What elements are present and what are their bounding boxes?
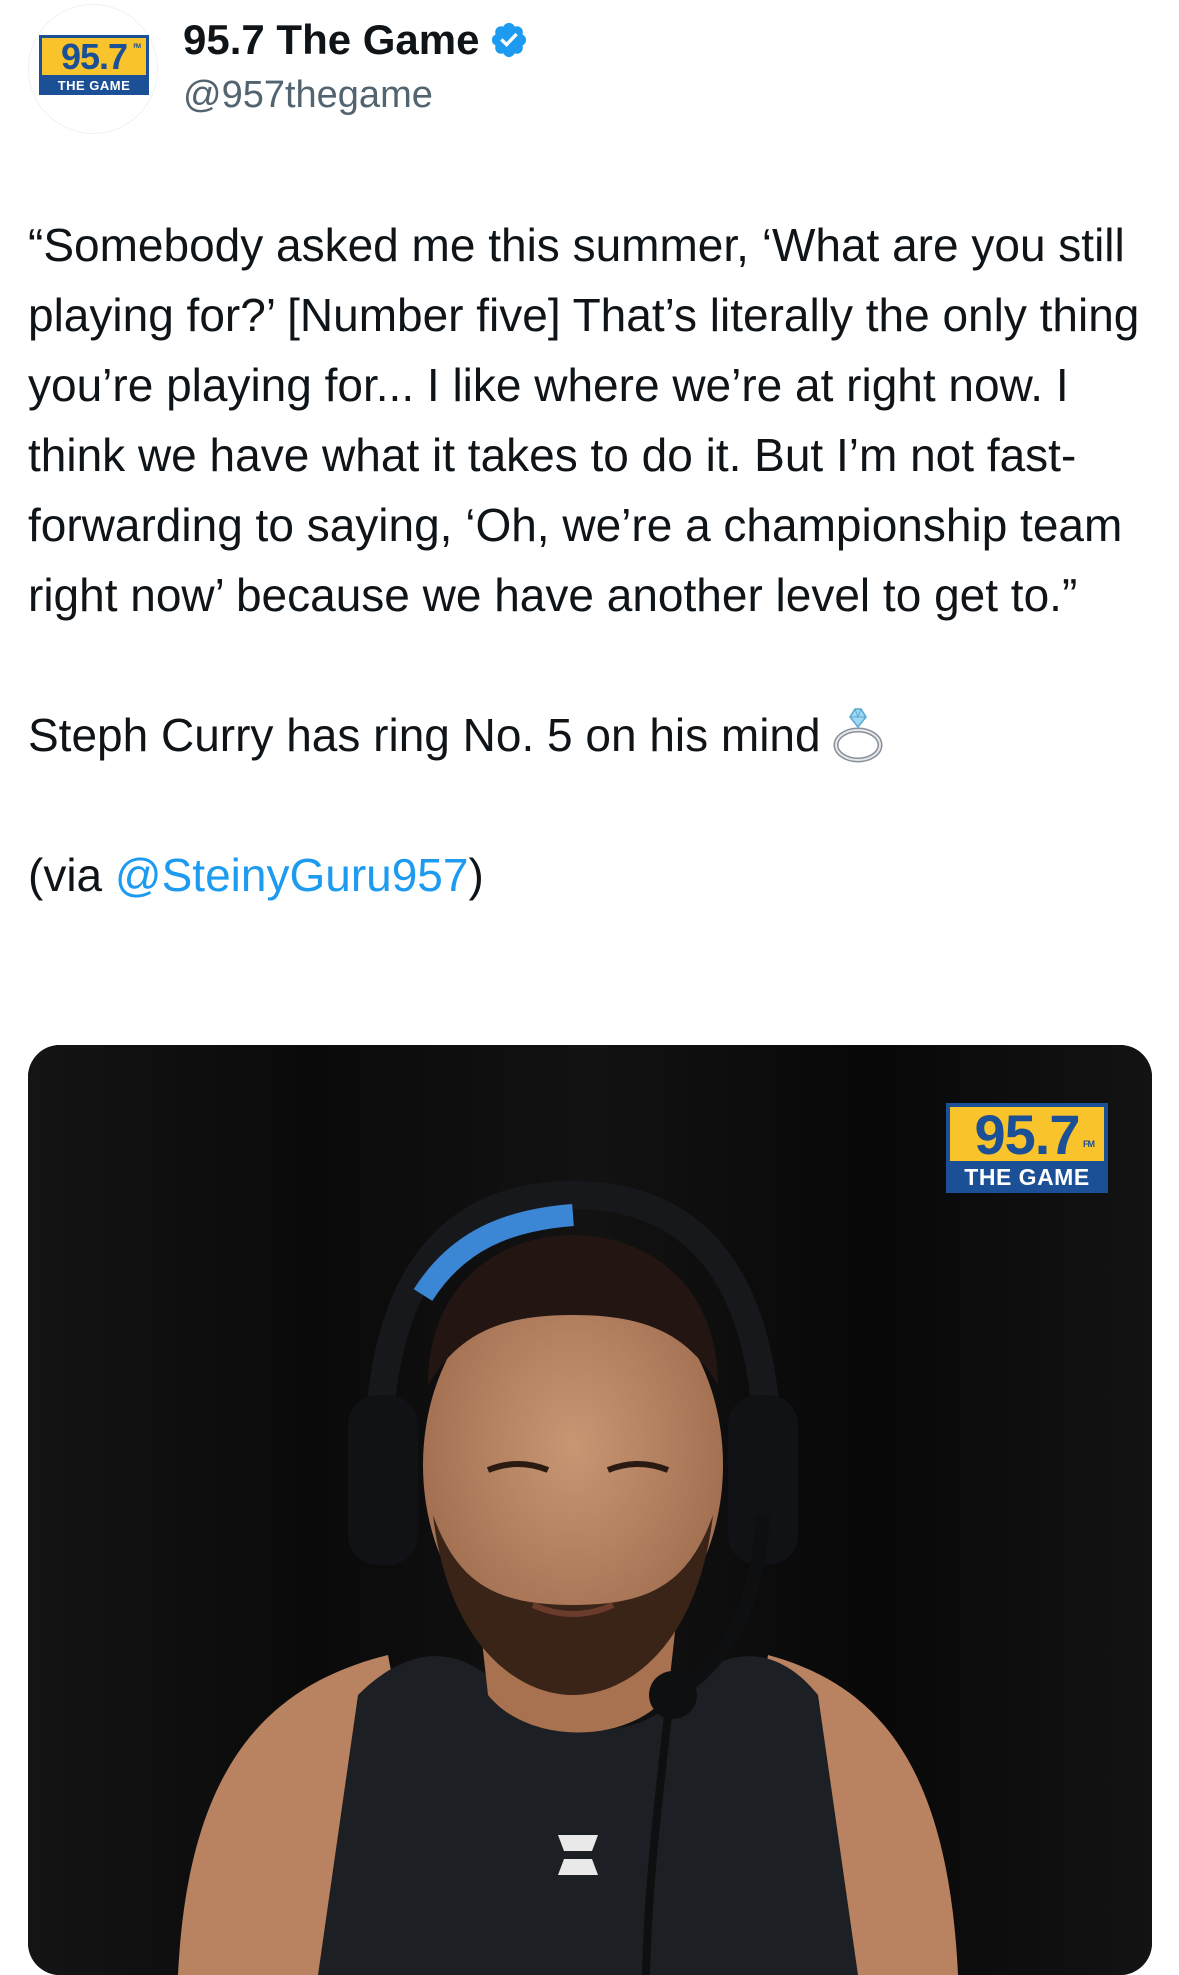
tweet-media-video[interactable]: 95.7 FM THE GAME xyxy=(28,1045,1152,1975)
caption-text: Steph Curry has ring No. 5 on his mind xyxy=(28,709,821,761)
tweet-caption: Steph Curry has ring No. 5 on his mind xyxy=(28,700,1158,770)
mention-link[interactable]: @SteinyGuru957 xyxy=(115,849,469,901)
watermark-fm: FM xyxy=(1083,1139,1095,1149)
logo-subtitle: THE GAME xyxy=(39,75,149,95)
tweet-via: (via @SteinyGuru957) xyxy=(28,849,484,901)
tweet-header: 95.7 FM THE GAME 95.7 The Game @957thega… xyxy=(28,4,1148,134)
tweet-quote: “Somebody asked me this summer, ‘What ar… xyxy=(28,219,1140,621)
ring-icon xyxy=(833,708,883,763)
video-watermark-logo: 95.7 FM THE GAME xyxy=(946,1103,1108,1193)
display-name[interactable]: 95.7 The Game xyxy=(183,16,529,64)
handle[interactable]: @957thegame xyxy=(183,74,433,117)
logo-fm: FM xyxy=(133,44,141,50)
display-name-text: 95.7 The Game xyxy=(183,16,480,63)
tweet-text: “Somebody asked me this summer, ‘What ar… xyxy=(28,210,1158,910)
logo-number: 95.7 xyxy=(60,35,128,77)
watermark-number: 95.7 xyxy=(974,1102,1081,1166)
station-logo: 95.7 FM THE GAME xyxy=(39,35,149,95)
avatar[interactable]: 95.7 FM THE GAME xyxy=(28,4,158,134)
verified-badge-icon xyxy=(492,22,527,58)
